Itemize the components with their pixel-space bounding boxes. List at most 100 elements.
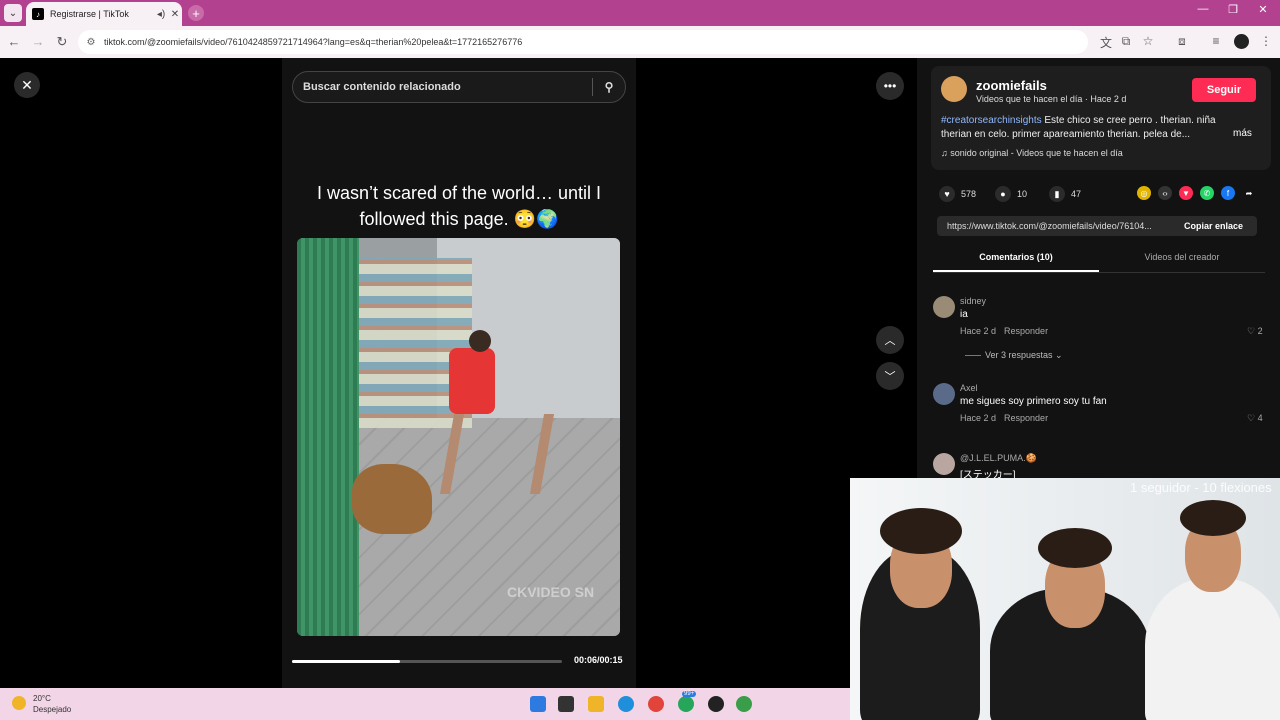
webcam-hair-right — [1180, 500, 1246, 536]
whatsapp-icon[interactable]: ✆ — [1200, 186, 1214, 200]
more-options-button[interactable]: ••• — [876, 72, 904, 100]
maximize-icon[interactable]: ❐ — [1218, 3, 1248, 16]
start-icon[interactable] — [530, 696, 546, 712]
tab-menu-chevron-icon[interactable]: ⌄ — [4, 4, 22, 22]
more-description-button[interactable]: más — [1233, 128, 1252, 139]
comment-user[interactable]: Axel — [960, 383, 978, 393]
hashtag-link[interactable]: #creatorsearchinsights — [941, 115, 1042, 126]
reload-icon[interactable]: ↻ — [54, 34, 70, 50]
media-icon[interactable]: ≡ — [1208, 34, 1224, 48]
replies-line — [965, 355, 981, 357]
browser-toolbar: ← → ↻ ⚙ tiktok.com/@zoomiefails/video/76… — [0, 26, 1280, 58]
video-watermark: CKVIDEO SN — [507, 584, 595, 600]
translate-icon[interactable]: ⽂ — [1098, 34, 1114, 51]
weather-desc[interactable]: Despejado — [33, 705, 71, 714]
author-avatar[interactable] — [941, 76, 967, 102]
sound-link[interactable]: ♫ sonido original - Videos que te hacen … — [941, 148, 1123, 158]
bookmark-star-icon[interactable]: ☆ — [1140, 34, 1156, 48]
window-close-icon[interactable]: ✕ — [1248, 3, 1278, 16]
comment-avatar[interactable] — [933, 296, 955, 318]
chrome-icon[interactable] — [648, 696, 664, 712]
tab-audio-icon[interactable]: ◂) — [154, 9, 168, 20]
file-explorer-icon[interactable] — [588, 696, 604, 712]
active-tab-indicator — [933, 270, 1099, 272]
save-stat[interactable]: ▮ 47 — [1049, 186, 1081, 202]
minimize-icon[interactable]: — — [1188, 3, 1218, 15]
reply-button[interactable]: Responder — [1004, 326, 1048, 336]
address-text: tiktok.com/@zoomiefails/video/7610424859… — [104, 37, 523, 47]
save-count: 47 — [1071, 189, 1082, 199]
notification-badge: 99+ — [682, 691, 697, 697]
search-icon[interactable]: ⚲ — [593, 80, 625, 94]
view-replies-button[interactable]: Ver 3 respuestas ⌄ — [965, 350, 1063, 361]
forward-icon[interactable]: → — [30, 34, 46, 49]
webcam-hair-left — [880, 508, 962, 554]
video-man-shirt — [449, 348, 495, 414]
search-placeholder: Buscar contenido relacionado — [303, 81, 461, 93]
next-video-button[interactable]: ﹀ — [876, 362, 904, 390]
back-icon[interactable]: ← — [6, 34, 22, 49]
video-time: 00:06/00:15 — [574, 655, 623, 665]
share-link-bar: https://www.tiktok.com/@zoomiefails/vide… — [937, 216, 1257, 236]
copy-link-button[interactable]: Copiar enlace — [1184, 221, 1243, 231]
menu-dots-icon[interactable]: ⋮ — [1258, 34, 1274, 48]
comment-user[interactable]: @J.L.EL.PUMA.🍪 — [960, 453, 1037, 464]
reply-button[interactable]: Responder — [1004, 413, 1048, 423]
embed-code-icon[interactable]: ‹› — [1158, 186, 1172, 200]
bookmark-icon: ▮ — [1049, 186, 1065, 202]
video-player[interactable]: CKVIDEO SN — [297, 238, 620, 636]
share-arrow-icon[interactable]: ➦ — [1242, 186, 1256, 200]
video-shutter — [297, 238, 359, 636]
previous-video-button[interactable]: ︿ — [876, 326, 904, 354]
browser-tab-bar: ⌄ ♪ Registrarse | TikTok ◂) ✕ + — ❐ ✕ — [0, 0, 1280, 26]
tab-close-icon[interactable]: ✕ — [168, 9, 182, 20]
comment-likes[interactable]: ♡ 2 — [1247, 326, 1263, 337]
weather-moon-icon[interactable] — [12, 696, 26, 710]
follow-button[interactable]: Seguir — [1192, 78, 1256, 102]
webcam-hair-center — [1038, 528, 1112, 568]
send-icon[interactable]: ▼ — [1179, 186, 1193, 200]
address-bar[interactable]: ⚙ tiktok.com/@zoomiefails/video/76104248… — [78, 30, 1088, 54]
browser-tab[interactable]: ♪ Registrarse | TikTok ◂) ✕ — [26, 2, 182, 26]
comment-count: 10 — [1017, 189, 1028, 199]
comment-stat[interactable]: ● 10 — [995, 186, 1027, 202]
video-man-legs — [439, 414, 555, 494]
tab-creator-videos[interactable]: Videos del creador — [1099, 252, 1265, 262]
comment-time: Hace 2 d — [960, 413, 997, 423]
comment-text: me sigues soy primero soy tu fan — [960, 396, 1107, 407]
comment-like-count: 2 — [1257, 326, 1263, 336]
whatsapp-taskbar-icon[interactable] — [678, 696, 694, 712]
install-icon[interactable]: ⧉ — [1118, 34, 1134, 49]
site-info-icon[interactable]: ⚙ — [84, 37, 98, 48]
new-tab-button[interactable]: + — [188, 5, 204, 21]
facebook-icon[interactable]: f — [1221, 186, 1235, 200]
embed-coin-icon[interactable]: ◎ — [1137, 186, 1151, 200]
edge-icon[interactable] — [618, 696, 634, 712]
like-stat[interactable]: ♥ 578 — [939, 186, 976, 202]
extensions-icon[interactable]: ⧈ — [1174, 34, 1190, 49]
comment-user[interactable]: sidney — [960, 296, 986, 306]
tab-comments[interactable]: Comentarios (10) — [933, 252, 1099, 262]
related-search-input[interactable]: Buscar contenido relacionado ⚲ — [292, 71, 626, 103]
comment-likes[interactable]: ♡ 4 — [1247, 413, 1263, 424]
comment-avatar[interactable] — [933, 383, 955, 405]
panel-tabs: Comentarios (10) Videos del creador — [933, 248, 1265, 273]
comment-icon: ● — [995, 186, 1011, 202]
share-url[interactable]: https://www.tiktok.com/@zoomiefails/vide… — [947, 221, 1172, 231]
author-name[interactable]: zoomiefails — [976, 78, 1047, 93]
weather-temp[interactable]: 20°C — [33, 694, 51, 703]
video-man-head — [469, 330, 491, 352]
taskbar: 20°C Despejado 99+ — [0, 688, 850, 720]
video-progress-bar[interactable] — [292, 660, 562, 663]
music-note-icon: ♫ — [941, 148, 951, 158]
profile-avatar[interactable] — [1234, 34, 1249, 49]
chrome-profile-icon[interactable] — [736, 696, 752, 712]
comment-avatar[interactable] — [933, 453, 955, 475]
webcam-person-right — [1145, 578, 1280, 720]
task-view-icon[interactable] — [558, 696, 574, 712]
close-video-button[interactable]: ✕ — [14, 72, 40, 98]
video-caption: I wasn’t scared of the world… until I fo… — [316, 183, 602, 229]
obs-icon[interactable] — [708, 696, 724, 712]
author-card: zoomiefails Videos que te hacen el día ·… — [931, 66, 1271, 170]
comment-meta: Hace 2 d Responder — [960, 326, 1048, 336]
